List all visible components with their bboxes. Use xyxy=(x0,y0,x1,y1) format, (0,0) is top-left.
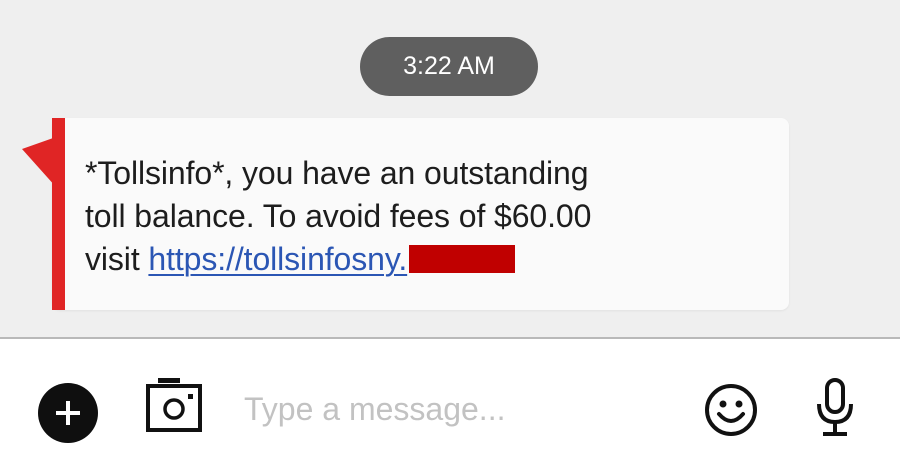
message-tail xyxy=(22,137,56,187)
message-link[interactable]: https://tollsinfosny. xyxy=(148,241,407,277)
camera-icon xyxy=(146,378,202,432)
voice-button[interactable] xyxy=(815,378,855,438)
add-attachment-button[interactable] xyxy=(38,383,98,443)
message-text: *Tollsinfo*, you have an outstanding tol… xyxy=(85,152,775,281)
smiley-icon xyxy=(705,384,757,436)
camera-button[interactable] xyxy=(144,376,204,434)
microphone-icon xyxy=(817,378,853,436)
message-input[interactable] xyxy=(238,385,680,433)
timestamp-badge: 3:22 AM xyxy=(360,37,538,96)
emoji-button[interactable] xyxy=(703,382,759,438)
redaction-block xyxy=(409,245,516,273)
plus-icon xyxy=(56,401,80,425)
